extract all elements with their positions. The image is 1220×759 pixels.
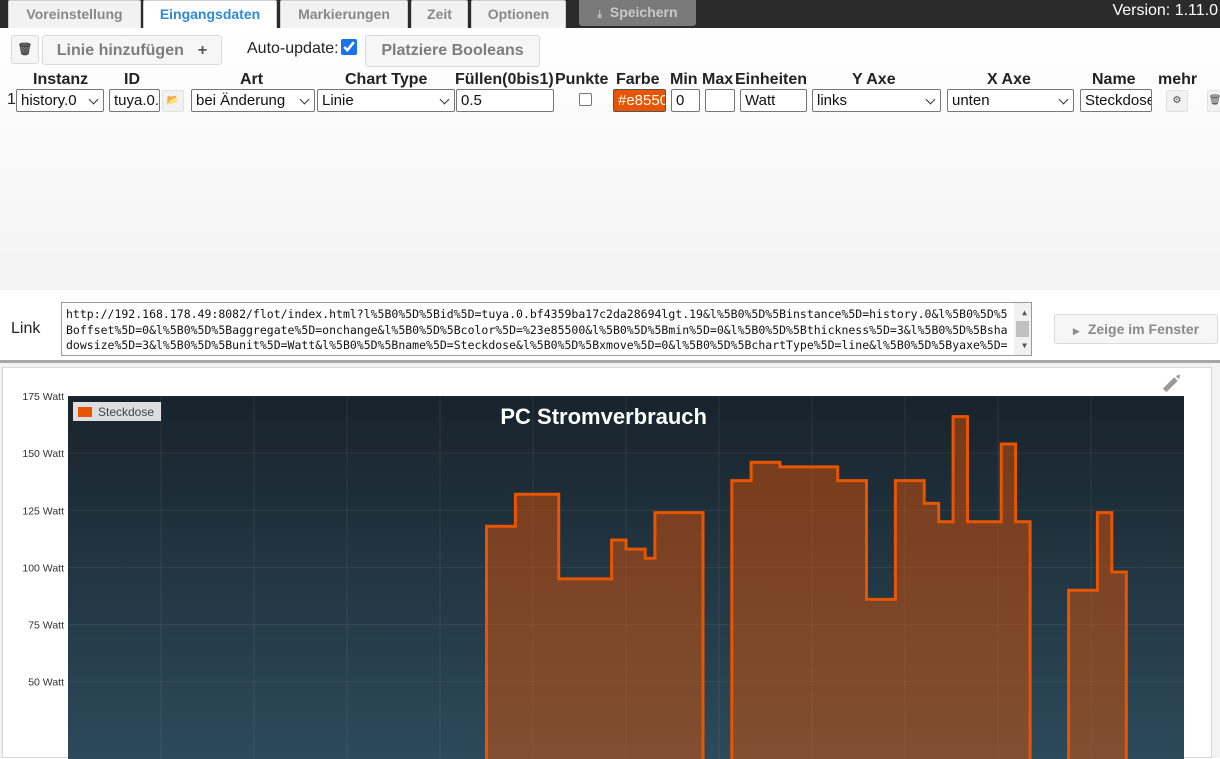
y-axis-value: links [817,92,848,109]
delete-all-button[interactable]: 🗑 [11,35,39,64]
play-icon: ▶ [1072,326,1080,336]
art-value: bei Änderung [196,92,286,109]
instanz-select[interactable]: history.0 [16,89,104,112]
pencil-body [1162,377,1178,393]
gear-icon: ⚙ [1172,95,1182,106]
chart-title: PC Stromverbrauch [500,404,707,429]
color-input[interactable]: #e8550 [613,89,666,112]
col-min: Min [670,71,698,88]
save-button[interactable]: ⤓ Speichern [579,0,696,26]
col-fill: Füllen(0bis1) [455,71,554,88]
id-field[interactable]: tuya.0. [109,89,160,112]
y-tick-label-1: 150 Watt [22,448,64,460]
data-panel: 🗑 Linie hinzufügen + Auto-update: Platzie… [0,28,1220,290]
row-index: 1 [7,91,16,108]
y-tick-label-5: 50 Watt [28,677,64,689]
col-x-axis: X Axe [987,71,1031,88]
y-tick-label-3: 100 Watt [22,562,64,574]
link-scrollbar[interactable]: ▲ ▼ [1014,303,1031,355]
more-settings-button[interactable]: ⚙ [1166,90,1188,112]
show-in-window-label: Zeige im Fenster [1087,321,1200,337]
edit-icon[interactable] [1162,373,1182,393]
delete-row-button[interactable]: 🗑 [1207,90,1220,112]
min-value: 0 [676,92,685,109]
col-max: Max [702,71,734,88]
instanz-value: history.0 [21,92,77,109]
link-url: http://192.168.178.49:8082/flot/index.ht… [66,307,1008,355]
points-checkbox[interactable] [579,93,592,106]
col-name: Name [1092,71,1136,88]
chart-type-select[interactable]: Linie [317,89,455,112]
color-value: #e8550 [618,92,666,109]
col-more: mehr [1158,71,1198,88]
add-line-label: Linie hinzufügen [56,42,184,59]
legend-label: Steckdose [98,405,154,419]
trash-icon: 🗑 [17,42,33,56]
col-id: ID [124,71,140,88]
x-axis-value: unten [952,92,990,109]
col-chart-type: Chart Type [345,71,428,88]
folder-icon: 📂 [166,95,180,106]
scroll-down-icon[interactable]: ▼ [1022,338,1027,354]
auto-update-checkbox[interactable] [341,39,357,55]
auto-update-label: Auto-update: [247,40,339,57]
y-tick-label-0: 175 Watt [22,391,64,403]
name-value: Steckdose [1085,92,1152,109]
scroll-thumb[interactable] [1016,321,1029,337]
id-value: tuya.0. [114,92,160,109]
add-line-button[interactable]: Linie hinzufügen + [42,35,222,65]
top-tab-bar: Voreinstellung Eingangsdaten Markierunge… [0,0,1220,28]
scroll-up-icon[interactable]: ▲ [1022,305,1027,321]
chart-type-value: Linie [322,92,354,109]
tab-voreinstellung[interactable]: Voreinstellung [8,0,141,28]
y-tick-label-2: 125 Watt [22,505,64,517]
show-in-window-button[interactable]: ▶ Zeige im Fenster [1054,314,1218,344]
unit-value: Watt [745,92,776,109]
tab-optionen[interactable]: Optionen [471,0,566,28]
tab-zeit[interactable]: Zeit [411,0,468,28]
x-axis-select[interactable]: unten [947,89,1074,112]
place-booleans-button[interactable]: Platziere Booleans [365,35,540,67]
trash-icon: 🗑 [1208,95,1220,106]
chart-frame: 175 Watt 150 Watt 125 Watt 100 Watt 75 Watt 5… [0,363,1220,759]
link-textarea[interactable]: http://192.168.178.49:8082/flot/index.ht… [61,302,1032,356]
tab-eingangsdaten[interactable]: Eingangsdaten [143,0,277,28]
save-label: Speichern [609,4,678,20]
max-input[interactable] [705,89,735,112]
chart-container: 175 Watt 150 Watt 125 Watt 100 Watt 75 Watt 5… [2,367,1212,759]
art-select[interactable]: bei Änderung [191,89,315,112]
fill-input[interactable]: 0.5 [456,89,554,112]
col-instanz: Instanz [33,71,89,88]
download-icon: ⤓ [597,9,602,20]
chart-legend: Steckdose [73,402,161,421]
plus-icon: + [197,42,208,59]
version-label: Version: 1.11.0 [1112,2,1218,19]
min-input[interactable]: 0 [671,89,700,112]
chart-svg: 175 Watt 150 Watt 125 Watt 100 Watt 75 Watt 5… [22,373,1184,759]
link-label: Link [11,320,41,337]
legend-swatch [78,407,92,417]
unit-input[interactable]: Watt [740,89,807,112]
pencil-tip [1175,374,1181,380]
col-unit: Einheiten [735,71,808,88]
name-input[interactable]: Steckdose [1080,89,1152,112]
y-axis-select[interactable]: links [812,89,941,112]
fill-value: 0.5 [461,92,482,109]
y-tick-label-4: 75 Watt [28,620,64,632]
col-y-axis: Y Axe [852,71,896,88]
col-color: Farbe [616,71,660,88]
folder-open-button[interactable]: 📂 [162,90,184,112]
col-points: Punkte [555,71,609,88]
col-art: Art [240,71,264,88]
tab-markierungen[interactable]: Markierungen [280,0,408,28]
